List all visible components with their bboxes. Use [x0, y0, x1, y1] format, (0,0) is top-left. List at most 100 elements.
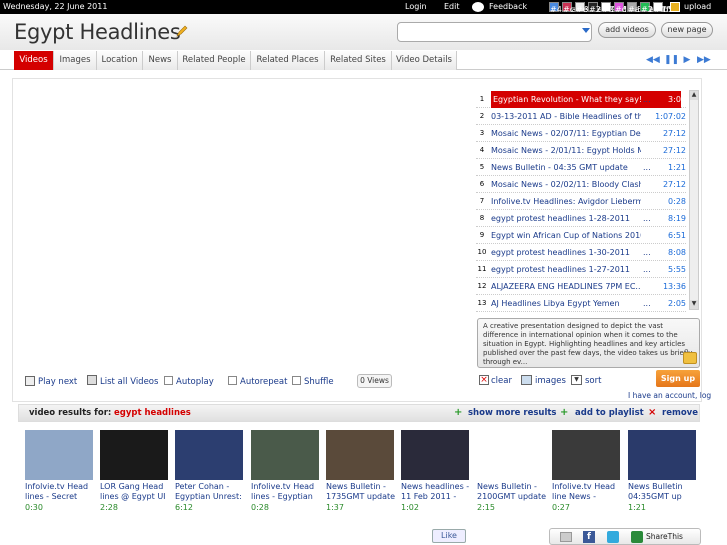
shuffle-checkbox[interactable]	[292, 376, 301, 385]
playlist-item[interactable]: 13 AJ Headlines Libya Egypt Yemen... 2:05	[476, 295, 686, 312]
playlist-item-duration: 6:51	[668, 231, 686, 240]
site-title: Egypt Headlines	[14, 20, 181, 44]
playlist-item[interactable]: 7 Infolive.tv Headlines: Avigdor Lieberma…	[476, 193, 686, 210]
search-dropdown-chevron-down-icon[interactable]	[582, 28, 590, 33]
playlist-item[interactable]: 2 03-13-2011 AD - Bible Headlines of the.…	[476, 108, 686, 125]
video-thumbnail-caption[interactable]: News headlines - 11 Feb 2011 -	[401, 482, 471, 502]
show-more-results-button[interactable]: show more results	[468, 408, 556, 418]
autorepeat-checkbox[interactable]	[228, 376, 237, 385]
tab-related-places[interactable]: Related Places	[251, 51, 325, 70]
edit-link[interactable]: Edit	[444, 0, 460, 14]
scroll-down-icon[interactable]: ▼	[690, 300, 698, 309]
theme-swatch[interactable]: #222222	[588, 2, 626, 14]
theme-swatch[interactable]: #cc3355	[562, 2, 599, 14]
playlist-item-title: egypt protest headlines 1-27-2011	[491, 265, 631, 274]
video-thumbnail[interactable]	[251, 430, 319, 480]
playlist-item[interactable]: 5 News Bulletin - 04:35 GMT update... 1:21	[476, 159, 686, 176]
playlist-item-number: 10	[477, 248, 487, 256]
add-videos-button[interactable]: add videos	[598, 22, 656, 38]
list-all-videos-button[interactable]: List all Videos	[100, 376, 158, 388]
video-thumbnail[interactable]	[628, 430, 696, 480]
autoplay-checkbox[interactable]	[164, 376, 173, 385]
share-bar: f ShareThis	[549, 528, 701, 545]
video-thumbnail-caption[interactable]: Infolvie.tv Head lines - Secret	[25, 482, 95, 502]
video-thumbnail[interactable]	[175, 430, 243, 480]
results-label: video results for:	[29, 408, 112, 418]
tab-related-sites[interactable]: Related Sites	[325, 51, 392, 70]
playlist-item-ellipsis: ...	[643, 248, 651, 257]
scroll-up-icon[interactable]: ▲	[690, 91, 698, 100]
video-thumbnail-caption[interactable]: LOR Gang Head lines @ Egypt UI	[100, 482, 170, 502]
video-thumbnail-caption[interactable]: News Bulletin - 1735GMT update	[326, 482, 396, 502]
video-thumbnail[interactable]	[401, 430, 469, 480]
theme-swatch[interactable]: #eeeeee	[575, 2, 612, 14]
video-thumbnail[interactable]	[552, 430, 620, 480]
facebook-share-icon[interactable]: f	[583, 531, 595, 543]
upload-link[interactable]: upload	[684, 0, 711, 14]
mail-icon[interactable]	[683, 352, 697, 364]
video-thumbnail[interactable]	[477, 430, 545, 480]
email-share-icon[interactable]	[560, 532, 572, 542]
video-thumbnail-caption[interactable]: Infolive.tv Head line News -	[552, 482, 622, 502]
playlist-item[interactable]: 9 Egypt win African Cup of Nations 2010 -…	[476, 227, 686, 244]
theme-swatch[interactable]: #ffffff	[653, 2, 677, 14]
login-link[interactable]: Login	[405, 0, 427, 14]
play-next-button[interactable]: Play next	[38, 376, 77, 388]
facebook-like-button[interactable]: Like	[432, 529, 466, 543]
upload-icon[interactable]	[670, 2, 680, 12]
skip-back-icon[interactable]: ◀◀	[646, 54, 660, 66]
new-page-button[interactable]: new page	[661, 22, 713, 38]
playlist-scrollbar[interactable]: ▲ ▼	[689, 90, 699, 310]
sort-button[interactable]: sort	[585, 375, 601, 387]
video-thumbnail[interactable]	[326, 430, 394, 480]
video-thumbnail[interactable]	[25, 430, 93, 480]
theme-swatch[interactable]: #22bb55	[640, 2, 678, 14]
tab-related-people[interactable]: Related People	[178, 51, 251, 70]
playlist-item[interactable]: 3 Mosaic News - 02/07/11: Egyptian Dem...…	[476, 125, 686, 142]
login-account-link[interactable]: I have an account, log	[628, 391, 711, 400]
theme-swatch[interactable]: #dd55dd	[614, 2, 652, 14]
video-thumbnail-caption[interactable]: News Bulletin 04:35GMT up	[628, 482, 698, 502]
tab-location[interactable]: Location	[97, 51, 143, 70]
playlist-item[interactable]: 10 egypt protest headlines 1-30-2011... 8:…	[476, 244, 686, 261]
tab-video-details[interactable]: Video Details	[392, 51, 457, 70]
tab-videos[interactable]: Videos	[14, 51, 54, 70]
edit-title-pencil-icon[interactable]	[176, 25, 188, 37]
clear-button[interactable]: clear	[491, 375, 512, 387]
theme-swatch[interactable]: #4a8adf	[549, 2, 585, 14]
video-thumbnail[interactable]	[100, 430, 168, 480]
pause-icon[interactable]: ❚❚	[664, 54, 679, 66]
tab-news[interactable]: News	[143, 51, 178, 70]
theme-swatch[interactable]: #aaaaaa	[627, 2, 664, 14]
playlist-item[interactable]: 12 ALJAZEERA ENG HEADLINES 7PM EC... 13:36	[476, 278, 686, 295]
images-icon[interactable]	[521, 375, 532, 385]
theme-swatch[interactable]: #ffffff	[601, 2, 625, 14]
list-icon[interactable]	[87, 375, 97, 385]
video-thumbnail-caption[interactable]: News Bulletin - 2100GMT update	[477, 482, 547, 502]
remove-button[interactable]: remove	[662, 408, 698, 418]
playlist-item[interactable]: 4 Mosaic News - 2/01/11: Egypt Holds Ma..…	[476, 142, 686, 159]
skip-forward-icon[interactable]: ▶▶	[697, 54, 711, 66]
images-button[interactable]: images	[535, 375, 566, 387]
playlist-item-number: 5	[479, 163, 485, 171]
feedback-icon[interactable]	[472, 2, 484, 12]
sharethis-label[interactable]: ShareThis	[646, 532, 683, 541]
video-thumbnail-caption[interactable]: Infolive.tv Head lines - Egyptian	[251, 482, 321, 502]
playlist-item[interactable]: 8 egypt protest headlines 1-28-2011... 8:1…	[476, 210, 686, 227]
signup-button[interactable]: Sign up	[656, 370, 700, 387]
playlist-item[interactable]: 11 egypt protest headlines 1-27-2011... 5:…	[476, 261, 686, 278]
sharethis-icon[interactable]	[631, 531, 643, 543]
add-to-playlist-button[interactable]: add to playlist	[575, 408, 644, 418]
twitter-share-icon[interactable]	[607, 531, 619, 543]
tab-images[interactable]: Images	[54, 51, 97, 70]
playlist-item[interactable]: 1 Egyptian Revolution - What they say!...…	[476, 91, 686, 108]
playlist-item[interactable]: 6 Mosaic News - 02/02/11: Bloody Clashe..…	[476, 176, 686, 193]
sort-icon[interactable]: ▼	[571, 375, 582, 385]
play-icon[interactable]: ▶	[681, 54, 693, 66]
clear-icon[interactable]: ×	[479, 375, 489, 385]
search-input[interactable]	[397, 22, 592, 42]
playlist-item-ellipsis: ...	[643, 214, 651, 223]
play-next-icon[interactable]	[25, 376, 35, 386]
feedback-link[interactable]: Feedback	[489, 0, 527, 14]
video-thumbnail-caption[interactable]: Peter Cohan - Egyptian Unrest:	[175, 482, 245, 502]
